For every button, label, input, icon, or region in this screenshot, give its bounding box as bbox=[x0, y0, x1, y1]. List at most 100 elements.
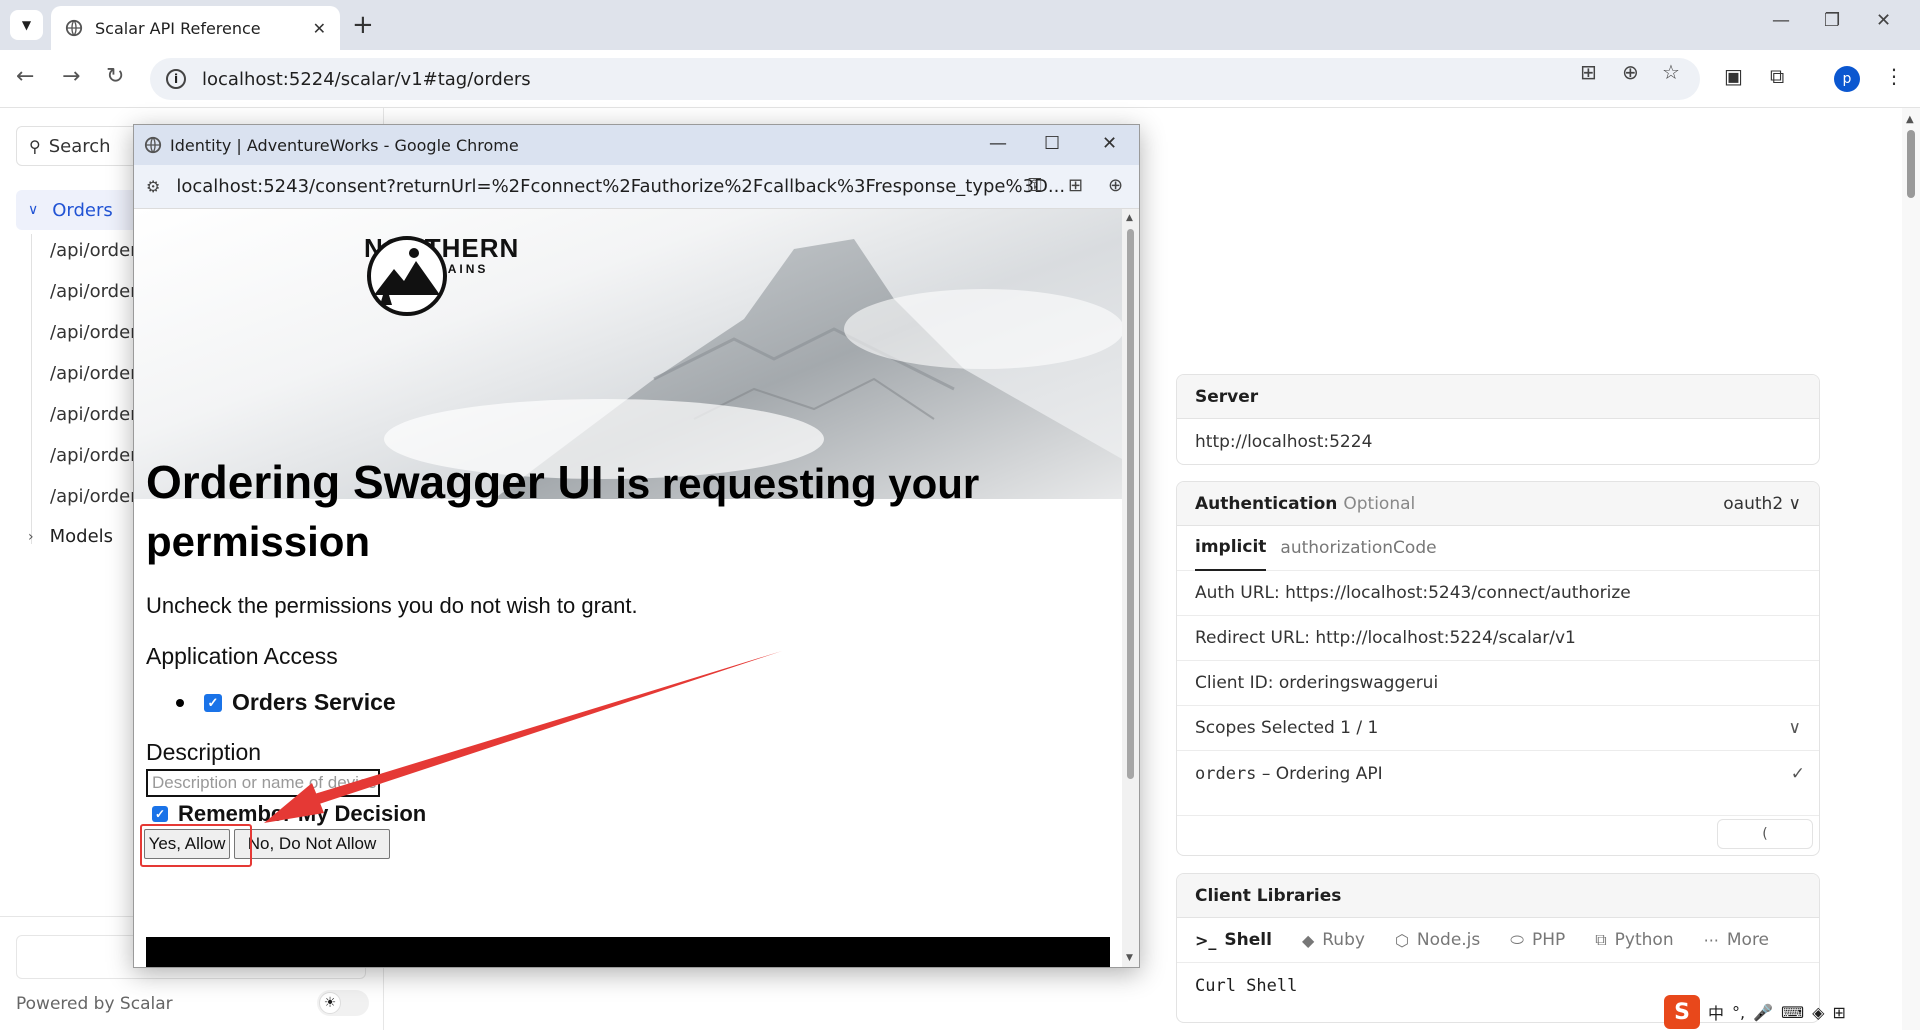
northern-mountains-logo: NORTHERN MOUNTAINS bbox=[364, 233, 518, 316]
globe-icon bbox=[144, 136, 162, 154]
minimize-icon[interactable]: — bbox=[989, 133, 1007, 154]
description-input[interactable]: Description or name of device bbox=[146, 769, 380, 797]
tab-search-button[interactable]: ▼ bbox=[10, 10, 43, 40]
consent-popup-window: Identity | AdventureWorks - Google Chrom… bbox=[133, 124, 1140, 968]
back-icon[interactable]: ← bbox=[16, 64, 34, 89]
consent-heading: Ordering Swagger UI is requesting your p… bbox=[146, 453, 1106, 571]
library-tabs: >_ Shell ◆ Ruby ⬡ Node.js ⬭ PHP ⧉ Python ··· M… bbox=[1177, 918, 1819, 963]
scopes-row[interactable]: Scopes Selected 1 / 1 ∨ bbox=[1177, 706, 1819, 751]
library-tab-php[interactable]: ⬭ PHP bbox=[1510, 930, 1565, 950]
site-info-icon[interactable]: i bbox=[166, 69, 186, 89]
library-tab-python[interactable]: ⧉ Python bbox=[1595, 930, 1673, 950]
toolbox-icon[interactable]: ⊞ bbox=[1832, 1003, 1845, 1022]
translate-icon[interactable]: ⊞ bbox=[1068, 175, 1083, 196]
theme-toggle[interactable]: ☀ bbox=[317, 990, 369, 1016]
scope-name: orders bbox=[1195, 763, 1257, 784]
client-libraries-title: Client Libraries bbox=[1177, 874, 1819, 918]
bookmark-star-icon[interactable]: ☆ bbox=[1662, 60, 1680, 84]
punctuation-icon[interactable]: °, bbox=[1732, 1003, 1745, 1022]
remember-checkbox[interactable]: ✓ bbox=[152, 806, 168, 822]
key-icon[interactable]: ⚿ bbox=[1028, 175, 1042, 196]
reload-icon[interactable]: ↻ bbox=[106, 64, 124, 89]
new-tab-button[interactable]: + bbox=[352, 10, 374, 40]
auth-flow-tabs: implicit authorizationCode bbox=[1177, 526, 1819, 571]
scrollbar-thumb[interactable] bbox=[1907, 130, 1915, 198]
close-icon[interactable]: ✕ bbox=[1102, 133, 1117, 154]
sogou-ime-logo[interactable]: S bbox=[1664, 995, 1700, 1029]
skin-icon[interactable]: ◈ bbox=[1812, 1003, 1824, 1022]
forward-icon[interactable]: → bbox=[62, 64, 80, 89]
chevron-down-icon[interactable]: ∨ bbox=[1789, 718, 1801, 738]
permission-checkbox[interactable]: ✓ bbox=[204, 693, 222, 712]
auth-scheme-select[interactable]: oauth2 ∨ bbox=[1723, 494, 1801, 514]
auth-header: Authentication Optional oauth2 ∨ bbox=[1177, 482, 1819, 526]
auth-url-label: Auth URL: bbox=[1195, 583, 1280, 603]
address-url[interactable]: localhost:5224/scalar/v1#tag/orders bbox=[202, 69, 531, 90]
ime-toolbar: S 中 °, 🎤 ⌨ ◈ ⊞ bbox=[1664, 994, 1920, 1030]
scopes-label: Scopes Selected 1 / 1 bbox=[1195, 718, 1379, 738]
browser-tab[interactable]: Scalar API Reference ✕ bbox=[51, 6, 340, 50]
server-url[interactable]: http://localhost:5224 bbox=[1177, 419, 1819, 464]
scroll-down-icon[interactable]: ▼ bbox=[1126, 953, 1133, 963]
client-id-value[interactable]: orderingswaggerui bbox=[1279, 673, 1438, 693]
library-tab-ruby[interactable]: ◆ Ruby bbox=[1302, 930, 1365, 950]
auth-title: Authentication bbox=[1195, 493, 1338, 514]
sun-icon: ☀ bbox=[319, 992, 341, 1014]
no-do-not-allow-button[interactable]: No, Do Not Allow bbox=[234, 829, 390, 859]
library-tab-more[interactable]: ··· More bbox=[1704, 930, 1769, 950]
popup-scrollbar[interactable]: ▲ ▼ bbox=[1122, 209, 1139, 967]
redirect-url-row[interactable]: Redirect URL: http://localhost:5224/scal… bbox=[1177, 616, 1819, 661]
scroll-up-icon[interactable]: ▲ bbox=[1126, 213, 1133, 223]
maximize-icon[interactable]: ☐ bbox=[1044, 133, 1060, 154]
menu-kebab-icon[interactable]: ⋮ bbox=[1884, 64, 1904, 88]
microphone-icon[interactable]: 🎤 bbox=[1753, 1003, 1773, 1022]
minimize-icon[interactable]: — bbox=[1772, 10, 1790, 31]
application-access-label: Application Access bbox=[146, 643, 338, 669]
zoom-icon[interactable]: ⊕ bbox=[1622, 60, 1639, 84]
extensions-puzzle-icon[interactable]: ⧉ bbox=[1770, 64, 1784, 88]
sidebar-models[interactable]: › Models bbox=[28, 526, 113, 547]
client-id-row[interactable]: Client ID: orderingswaggerui bbox=[1177, 661, 1819, 706]
scroll-up-icon[interactable]: ▲ bbox=[1906, 114, 1914, 125]
site-settings-icon[interactable]: ⚙ bbox=[146, 177, 160, 196]
zoom-icon[interactable]: ⊕ bbox=[1108, 175, 1123, 196]
logo-mountain-icon bbox=[367, 236, 447, 316]
description-label: Description bbox=[146, 739, 262, 765]
auth-url-value[interactable]: https://localhost:5243/connect/authorize bbox=[1285, 583, 1631, 603]
chevron-right-icon: › bbox=[28, 528, 34, 545]
close-window-icon[interactable]: ✕ bbox=[1876, 10, 1891, 31]
keyboard-icon[interactable]: ⌨ bbox=[1781, 1003, 1804, 1022]
redirect-url-label: Redirect URL: bbox=[1195, 628, 1310, 648]
popup-scrollbar-thumb[interactable] bbox=[1127, 229, 1134, 779]
python-icon: ⧉ bbox=[1595, 930, 1607, 949]
tab-authorization-code[interactable]: authorizationCode bbox=[1280, 538, 1436, 558]
tab-close-icon[interactable]: ✕ bbox=[313, 19, 326, 38]
powered-by[interactable]: Powered by Scalar bbox=[16, 994, 173, 1014]
auth-url-row[interactable]: Auth URL: https://localhost:5243/connect… bbox=[1177, 571, 1819, 616]
profile-avatar[interactable]: p bbox=[1834, 66, 1860, 92]
page-scrollbar[interactable]: ▲ bbox=[1902, 108, 1920, 1030]
popup-address-bar[interactable]: ⚙ localhost:5243/consent?returnUrl=%2Fco… bbox=[134, 165, 1139, 209]
more-icon: ··· bbox=[1703, 930, 1719, 950]
restore-icon[interactable]: ❐ bbox=[1824, 10, 1840, 31]
auth-optional: Optional bbox=[1343, 493, 1416, 514]
checkmark-icon: ✓ bbox=[1790, 763, 1805, 784]
redirect-url-value[interactable]: http://localhost:5224/scalar/v1 bbox=[1315, 628, 1575, 648]
scope-item[interactable]: orders – Ordering API ✓ bbox=[1177, 751, 1819, 796]
authorize-button[interactable]: ( bbox=[1717, 819, 1813, 849]
library-tab-shell[interactable]: >_ Shell bbox=[1195, 930, 1272, 950]
extension-app-icon[interactable]: ▣ bbox=[1724, 64, 1743, 88]
auth-card: Authentication Optional oauth2 ∨ implici… bbox=[1176, 481, 1820, 856]
ime-language[interactable]: 中 bbox=[1708, 1000, 1724, 1024]
address-bar[interactable]: i localhost:5224/scalar/v1#tag/orders bbox=[150, 58, 1700, 100]
page-footer bbox=[146, 937, 1110, 967]
library-tab-node[interactable]: ⬡ Node.js bbox=[1395, 930, 1480, 950]
translate-icon[interactable]: ⊞ bbox=[1580, 60, 1597, 84]
popup-url[interactable]: localhost:5243/consent?returnUrl=%2Fconn… bbox=[176, 176, 1065, 197]
annotation-highlight-box bbox=[140, 824, 252, 867]
scope-description: – Ordering API bbox=[1261, 763, 1383, 784]
browser-tabstrip: ▼ Scalar API Reference ✕ + — ❐ ✕ bbox=[0, 0, 1920, 50]
popup-window-title: Identity | AdventureWorks - Google Chrom… bbox=[170, 135, 519, 155]
tab-implicit[interactable]: implicit bbox=[1195, 526, 1267, 571]
php-icon: ⬭ bbox=[1510, 930, 1524, 949]
